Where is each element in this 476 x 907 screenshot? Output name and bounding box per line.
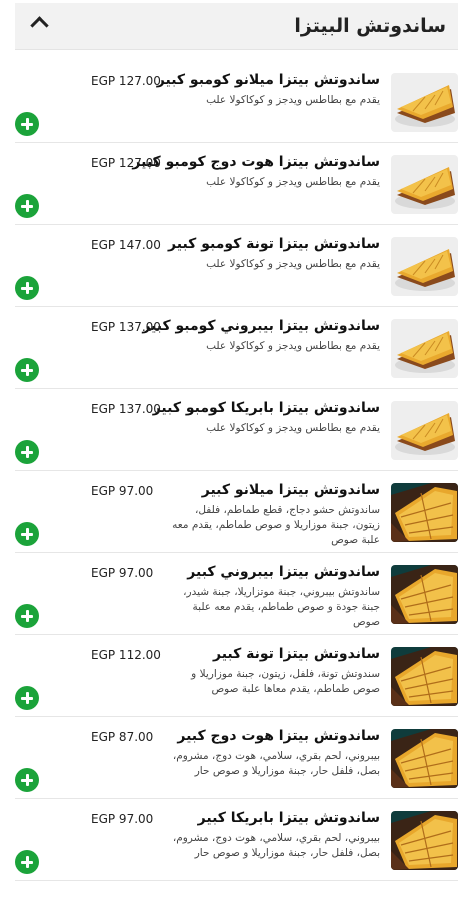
menu-item[interactable]: ساندوتش بيتزا هوت دوج كومبو كبير يقدم مع… (15, 143, 458, 225)
chevron-up-icon[interactable] (30, 16, 49, 35)
item-description: يقدم مع بطاطس ويدجز و كوكاكولا علب (206, 94, 380, 106)
item-description: يقدم مع بطاطس ويدجز و كوكاكولا علب (206, 340, 380, 352)
add-to-cart-button[interactable] (15, 850, 39, 874)
item-description: يقدم مع بطاطس ويدجز و كوكاكولا علب (206, 258, 380, 270)
item-image (391, 811, 458, 870)
item-name: ساندوتش بيتزا ميلانو كبير (201, 482, 380, 498)
pizza-sandwich-icon (391, 483, 458, 542)
add-to-cart-button[interactable] (15, 440, 39, 464)
pizza-sandwich-icon (391, 729, 458, 788)
section-header[interactable]: ساندوتش البيتزا (15, 3, 458, 50)
item-description: سندوتش تونة، فلفل، زيتون، جبنة موزاريلا … (191, 668, 380, 695)
add-to-cart-button[interactable] (15, 112, 39, 136)
item-description: بيبروني، لحم بقري، سلامي، هوت دوج، مشروم… (172, 750, 380, 777)
pizza-sandwich-icon (391, 319, 458, 378)
menu-item[interactable]: ساندوتش بيتزا بابريكا كبير بيبروني، لحم … (15, 799, 458, 881)
menu-item[interactable]: ساندوتش بيتزا هوت دوج كبير بيبروني، لحم … (15, 717, 458, 799)
pizza-sandwich-icon (391, 73, 458, 132)
section-title: ساندوتش البيتزا (294, 15, 446, 37)
item-price: EGP 97.00 (91, 566, 154, 580)
menu-item[interactable]: ساندوتش بيتزا بيبروني كبير ساندوتش بيبرو… (15, 553, 458, 635)
add-to-cart-button[interactable] (15, 276, 39, 300)
menu-item[interactable]: ساندوتش بيتزا بيبروني كومبو كبير يقدم مع… (15, 307, 458, 389)
item-price: EGP 147.00 (91, 238, 161, 252)
add-to-cart-button[interactable] (15, 768, 39, 792)
item-name: ساندوتش بيتزا تونة كومبو كبير (168, 236, 380, 252)
pizza-sandwich-icon (391, 647, 458, 706)
add-to-cart-button[interactable] (15, 194, 39, 218)
pizza-sandwich-icon (391, 811, 458, 870)
pizza-sandwich-icon (391, 401, 458, 460)
item-price: EGP 137.00 (91, 402, 161, 416)
item-name: ساندوتش بيتزا تونة كبير (213, 646, 380, 662)
pizza-sandwich-icon (391, 237, 458, 296)
add-to-cart-button[interactable] (15, 686, 39, 710)
item-price: EGP 97.00 (91, 484, 154, 498)
item-name: ساندوتش بيتزا بابريكا كومبو كبير (152, 400, 380, 416)
add-to-cart-button[interactable] (15, 358, 39, 382)
item-price: EGP 137.00 (91, 320, 161, 334)
add-to-cart-button[interactable] (15, 522, 39, 546)
item-description: ساندوتش بيبروني، جبنة موتزاريلا، جبنة شي… (183, 586, 380, 628)
item-name: ساندوتش بيتزا بيبروني كبير (187, 564, 380, 580)
add-to-cart-button[interactable] (15, 604, 39, 628)
item-image (391, 319, 458, 378)
item-price: EGP 97.00 (91, 812, 154, 826)
item-price: EGP 127.00 (91, 74, 161, 88)
item-image (391, 565, 458, 624)
item-price: EGP 87.00 (91, 730, 154, 744)
item-image (391, 483, 458, 542)
item-price: EGP 112.00 (91, 648, 161, 662)
item-image (391, 401, 458, 460)
item-name: ساندوتش بيتزا بيبروني كومبو كبير (142, 318, 380, 334)
item-description: ساندوتش حشو دجاج، قطع طماطم، فلفل، زيتون… (172, 504, 380, 546)
item-description: يقدم مع بطاطس ويدجز و كوكاكولا علب (206, 176, 380, 188)
item-image (391, 647, 458, 706)
item-price: EGP 127.00 (91, 156, 161, 170)
item-name: ساندوتش بيتزا هوت دوج كومبو كبير (132, 154, 380, 170)
pizza-sandwich-icon (391, 155, 458, 214)
menu-item[interactable]: ساندوتش بيتزا ميلانو كومبو كبير يقدم مع … (15, 61, 458, 143)
menu-item-list: ساندوتش بيتزا ميلانو كومبو كبير يقدم مع … (15, 61, 458, 881)
item-name: ساندوتش بيتزا ميلانو كومبو كبير (156, 72, 380, 88)
item-name: ساندوتش بيتزا بابريكا كبير (197, 810, 380, 826)
item-image (391, 73, 458, 132)
menu-item[interactable]: ساندوتش بيتزا تونة كبير سندوتش تونة، فلف… (15, 635, 458, 717)
item-image (391, 237, 458, 296)
item-description: بيبروني، لحم بقري، سلامي، هوت دوج، مشروم… (172, 832, 380, 859)
menu-item[interactable]: ساندوتش بيتزا بابريكا كومبو كبير يقدم مع… (15, 389, 458, 471)
menu-item[interactable]: ساندوتش بيتزا تونة كومبو كبير يقدم مع بط… (15, 225, 458, 307)
item-image (391, 155, 458, 214)
item-image (391, 729, 458, 788)
item-name: ساندوتش بيتزا هوت دوج كبير (177, 728, 380, 744)
menu-item[interactable]: ساندوتش بيتزا ميلانو كبير ساندوتش حشو دج… (15, 471, 458, 553)
pizza-sandwich-icon (391, 565, 458, 624)
item-description: يقدم مع بطاطس ويدجز و كوكاكولا علب (206, 422, 380, 434)
